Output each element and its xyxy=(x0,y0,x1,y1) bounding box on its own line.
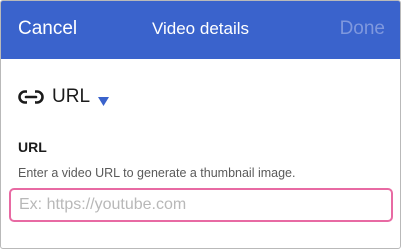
link-icon xyxy=(18,90,44,104)
source-type-dropdown[interactable]: URL xyxy=(18,85,110,109)
url-field-help-text: Enter a video URL to generate a thumbnai… xyxy=(18,166,296,180)
caret-down-icon xyxy=(98,93,110,106)
video-details-dialog: Cancel Video details Done URL URL Enter … xyxy=(0,0,401,249)
url-field-label: URL xyxy=(18,139,47,155)
source-type-label: URL xyxy=(52,86,91,107)
url-input[interactable] xyxy=(9,188,393,222)
done-button[interactable]: Done xyxy=(340,18,385,40)
navigation-bar: Cancel Video details Done xyxy=(1,1,400,59)
